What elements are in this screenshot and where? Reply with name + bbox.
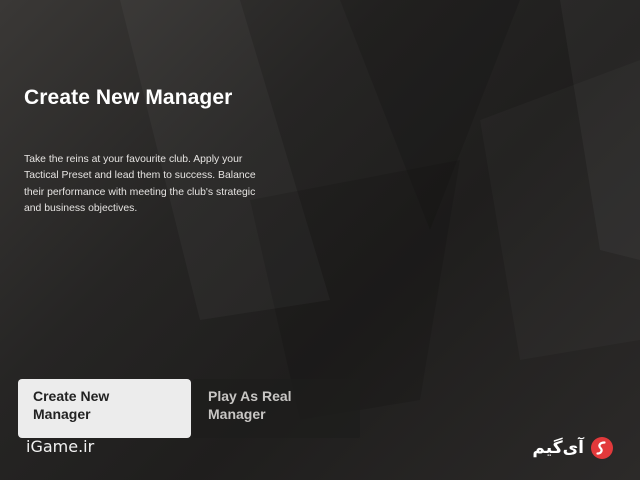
create-new-manager-label: Create New Manager [33,388,110,422]
play-as-real-manager-button[interactable]: Play As Real Manager [193,379,360,438]
game-menu-screen: Create New Manager Take the reins at you… [0,0,640,480]
watermark-site: iGame.ir [26,437,95,456]
watermark-brand-text: آی‌گیم [532,438,584,458]
play-as-real-manager-label: Play As Real Manager [208,388,292,422]
manager-options: Create New Manager Play As Real Manager [18,379,360,438]
page-title: Create New Manager [24,86,233,109]
watermark-brand: آی‌گیم [532,434,614,462]
create-new-manager-button[interactable]: Create New Manager [18,379,191,438]
page-description: Take the reins at your favourite club. A… [24,154,256,214]
igame-logo-icon [591,437,613,459]
